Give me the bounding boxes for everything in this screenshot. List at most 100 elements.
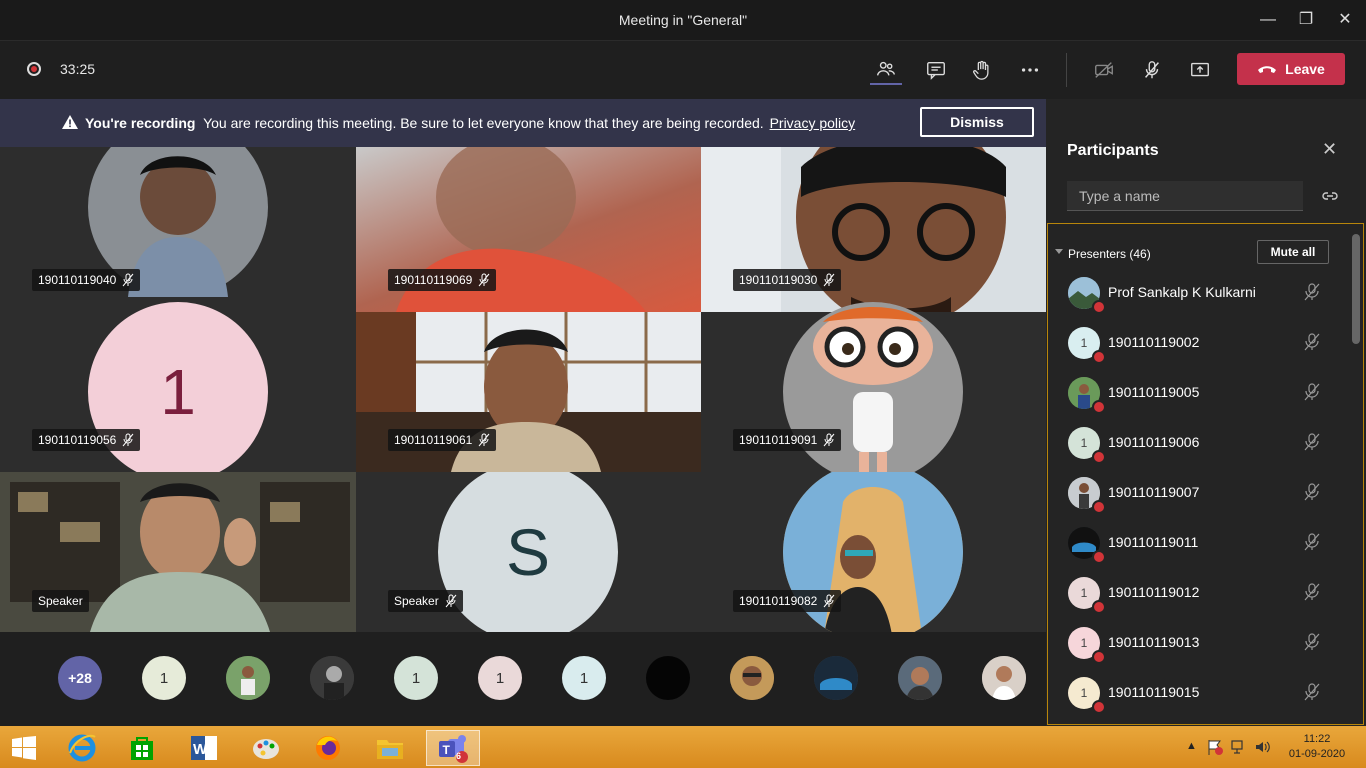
video-tile[interactable]: 190110119082 [701,472,1046,632]
dismiss-button[interactable]: Dismiss [920,107,1034,137]
strip-avatar[interactable]: 1 [562,656,606,700]
person-photo-icon [310,656,354,700]
more-icon [1021,68,1039,72]
person-photo-icon [982,656,1026,700]
clock-time: 11:22 [1303,733,1331,745]
store-icon [131,737,153,760]
person-photo-icon [730,656,774,700]
strip-avatar[interactable] [646,656,690,700]
participant-initial-avatar: 1 [88,302,268,482]
strip-avatar[interactable] [730,656,774,700]
firefox-button[interactable] [308,730,348,766]
participant-name-tag: 190110119056 [32,429,141,451]
strip-avatar[interactable]: 1 [478,656,522,700]
close-panel-icon[interactable]: ✕ [1322,139,1337,160]
firefox-icon [316,736,340,760]
video-tile[interactable]: 190110119069 [356,147,701,312]
svg-text:W: W [193,741,208,758]
participant-name: 190110119015 [1108,684,1200,700]
participant-row[interactable]: 1 190110119002 [1048,318,1348,368]
show-participants-button[interactable] [870,55,902,85]
teams-icon: T [439,735,468,763]
participant-row[interactable]: 190110119005 [1048,368,1348,418]
strip-avatar[interactable]: 1 [142,656,186,700]
share-invite-link-icon[interactable] [1322,189,1338,203]
strip-avatar[interactable] [310,656,354,700]
mic-off-icon[interactable] [1304,683,1320,701]
mic-off-icon[interactable] [1304,333,1320,351]
participant-row[interactable]: Prof Sankalp K Kulkarni [1048,268,1348,318]
internet-explorer-button[interactable] [62,730,102,766]
participant-name: 190110119069 [394,273,473,287]
mic-toggle-button[interactable] [1136,55,1168,85]
mute-all-button[interactable]: Mute all [1257,240,1329,264]
clock-date: 01-09-2020 [1288,748,1346,760]
banner-text: You're recording You are recording this … [85,115,855,131]
video-tile[interactable]: 190110119040 [0,147,356,312]
video-tile[interactable]: S Speaker [356,472,701,632]
strip-avatar[interactable] [814,656,858,700]
close-window-button[interactable]: ✕ [1333,8,1357,32]
show-conversation-button[interactable] [920,55,952,85]
teams-button[interactable]: T 6 [426,730,480,766]
system-clock[interactable]: 11:22 01-09-2020 [1287,732,1347,762]
strip-avatar[interactable] [898,656,942,700]
store-button[interactable] [122,730,162,766]
participant-name-tag: Speaker [388,590,463,612]
mic-off-icon[interactable] [1304,433,1320,451]
privacy-policy-link[interactable]: Privacy policy [770,115,856,131]
network-icon[interactable] [1230,738,1248,756]
person-photo-icon [898,656,942,700]
participant-name: 190110119030 [739,273,818,287]
share-screen-button[interactable] [1184,55,1216,85]
video-tile[interactable]: 1 190110119056 [0,302,356,482]
volume-icon[interactable] [1254,738,1272,756]
presence-dot [1092,700,1106,714]
maximize-button[interactable]: ❐ [1294,8,1318,32]
video-tile[interactable]: 190110119030 [701,147,1046,312]
participant-row[interactable]: 190110119011 [1048,518,1348,568]
more-actions-button[interactable] [1014,55,1046,85]
strip-avatar[interactable] [982,656,1026,700]
participant-name-tag: 190110119091 [733,429,842,451]
mic-off-icon[interactable] [1304,583,1320,601]
video-tile[interactable]: 190110119061 [356,312,701,472]
overflow-participants-button[interactable]: +28 [58,656,102,700]
participant-row[interactable]: 190110119007 [1048,468,1348,518]
video-tile[interactable]: 190110119091 [701,302,1046,482]
action-center-flag-icon[interactable] [1206,738,1224,756]
participant-row[interactable]: 1 190110119012 [1048,568,1348,618]
scrollbar[interactable] [1352,234,1360,344]
banner-message: You are recording this meeting. Be sure … [203,115,764,131]
participant-search-input[interactable]: Type a name [1067,181,1303,211]
participant-photo [783,302,963,482]
presenters-section-header[interactable]: Presenters (46) [1068,247,1151,261]
mic-off-icon [478,273,490,287]
banner-title: You're recording [85,115,196,131]
mic-off-icon[interactable] [1304,533,1320,551]
mic-off-icon[interactable] [1304,283,1320,301]
mic-off-icon [478,433,490,447]
paint-button[interactable] [246,730,286,766]
leave-button[interactable]: Leave [1237,53,1345,85]
video-tile[interactable]: Speaker [0,472,356,632]
chevron-down-icon[interactable] [1055,249,1063,254]
strip-avatar[interactable]: 1 [394,656,438,700]
minimize-button[interactable]: — [1256,8,1280,32]
strip-avatar[interactable] [226,656,270,700]
presence-dot [1092,300,1106,314]
show-hidden-icons-button[interactable]: ▲ [1186,740,1197,752]
participant-row[interactable]: 1 190110119013 [1048,618,1348,668]
raise-hand-button[interactable] [966,55,998,85]
participant-name: 190110119082 [739,594,818,608]
start-button[interactable] [4,730,44,766]
camera-toggle-button[interactable] [1088,55,1120,85]
word-button[interactable]: W [184,730,224,766]
mic-off-icon[interactable] [1304,633,1320,651]
mic-off-icon[interactable] [1304,483,1320,501]
mic-off-icon[interactable] [1304,383,1320,401]
file-explorer-button[interactable] [370,730,410,766]
participant-row[interactable]: 1 190110119015 [1048,668,1348,718]
participant-row[interactable]: 1 190110119006 [1048,418,1348,468]
participant-name-tag: 190110119040 [32,269,141,291]
